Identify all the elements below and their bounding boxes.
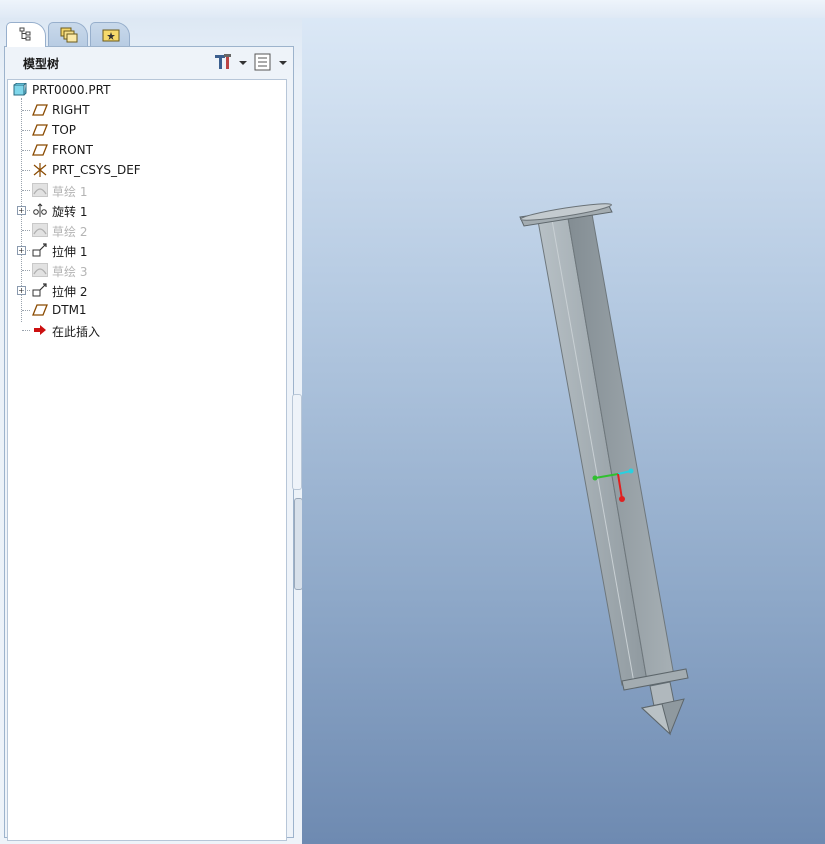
tree-show-button[interactable]	[253, 52, 289, 74]
datum-plane-icon	[32, 104, 48, 116]
tree-connector	[22, 190, 30, 191]
graphics-viewport[interactable]	[302, 18, 825, 844]
tree-connector	[22, 330, 30, 331]
sketch-icon	[32, 263, 48, 277]
tree-item[interactable]: + 旋转 1	[8, 200, 284, 220]
tab-favorites[interactable]	[90, 22, 130, 46]
extrude-icon	[32, 283, 47, 297]
tree-connector	[22, 270, 30, 271]
model-tree-frame: 模型树 PRT0000.PRT RIGHT TOP FRONT PRT_CSYS…	[4, 46, 294, 841]
tree-connector	[22, 250, 30, 251]
tree-item[interactable]: 草绘 1	[8, 180, 284, 200]
tree-item-label: PRT_CSYS_DEF	[52, 163, 141, 177]
tree-connector	[22, 150, 30, 151]
tip	[640, 681, 685, 736]
show-list-icon	[254, 53, 271, 71]
tree-connector	[22, 290, 30, 291]
tree-item[interactable]: PRT_CSYS_DEF	[8, 160, 284, 180]
tree-connector	[22, 210, 30, 211]
datum-plane-icon	[32, 144, 48, 156]
model-tree-icon	[19, 27, 31, 41]
revolve-icon	[33, 203, 47, 217]
chevron-down-icon	[239, 61, 247, 65]
tree-root[interactable]: PRT0000.PRT	[8, 80, 284, 100]
insert-here-arrow-icon	[34, 325, 46, 335]
tree-item-label: 在此插入	[52, 325, 101, 339]
part-icon	[13, 83, 27, 96]
tree-item-label: TOP	[52, 123, 77, 137]
datum-plane-icon	[32, 124, 48, 136]
panel-title: 模型树	[23, 57, 60, 71]
panel-splitter[interactable]	[292, 394, 302, 490]
tree-connector	[22, 130, 30, 131]
tab-folder-browser[interactable]	[48, 22, 88, 46]
tree-item-label: 拉伸 2	[52, 285, 88, 299]
tree-connector	[22, 170, 30, 171]
sketch-icon	[32, 223, 48, 237]
chevron-down-icon	[279, 61, 287, 65]
tree-item[interactable]: TOP	[8, 120, 284, 140]
hex-shaft	[537, 213, 675, 686]
tree-item[interactable]: + 拉伸 1	[8, 240, 284, 260]
datum-plane-icon	[32, 304, 48, 316]
top-ribbon-edge	[0, 0, 825, 19]
tree-item[interactable]: DTM1	[8, 300, 284, 320]
folder-browser-icon	[60, 27, 78, 43]
tree-item-label: RIGHT	[52, 103, 90, 117]
tree-item[interactable]: 草绘 3	[8, 260, 284, 280]
model-tree: PRT0000.PRT RIGHT TOP FRONT PRT_CSYS_DEF 草绘 …	[7, 79, 287, 841]
tree-item-label: DTM1	[52, 303, 87, 317]
tab-model-tree[interactable]	[6, 22, 46, 47]
tree-connector	[22, 310, 30, 311]
tree-settings-button[interactable]	[213, 52, 249, 74]
tree-item[interactable]: 在此插入	[8, 320, 284, 340]
part-model-3d	[519, 203, 689, 736]
tree-connector	[22, 230, 30, 231]
tree-connector	[22, 110, 30, 111]
tree-item-label: 旋转 1	[52, 205, 88, 219]
tree-item[interactable]: RIGHT	[8, 100, 284, 120]
favorites-icon	[102, 29, 120, 42]
tree-item-label: FRONT	[52, 143, 93, 157]
extrude-icon	[32, 243, 47, 257]
tree-item[interactable]: + 拉伸 2	[8, 280, 284, 300]
sketch-icon	[32, 183, 48, 197]
model-tree-header: 模型树	[5, 47, 293, 77]
tree-item[interactable]: FRONT	[8, 140, 284, 160]
tree-item-label: 拉伸 1	[52, 245, 88, 259]
tools-settings-icon	[215, 54, 231, 69]
tree-item[interactable]: 草绘 2	[8, 220, 284, 240]
tree-item-label: 草绘 2	[52, 225, 88, 239]
tree-item-label: 草绘 1	[52, 185, 88, 199]
navigator-panel: 模型树 PRT0000.PRT RIGHT TOP FRONT PRT_CSYS…	[0, 18, 303, 844]
tree-item-label: 草绘 3	[52, 265, 88, 279]
csys-icon	[33, 163, 47, 177]
